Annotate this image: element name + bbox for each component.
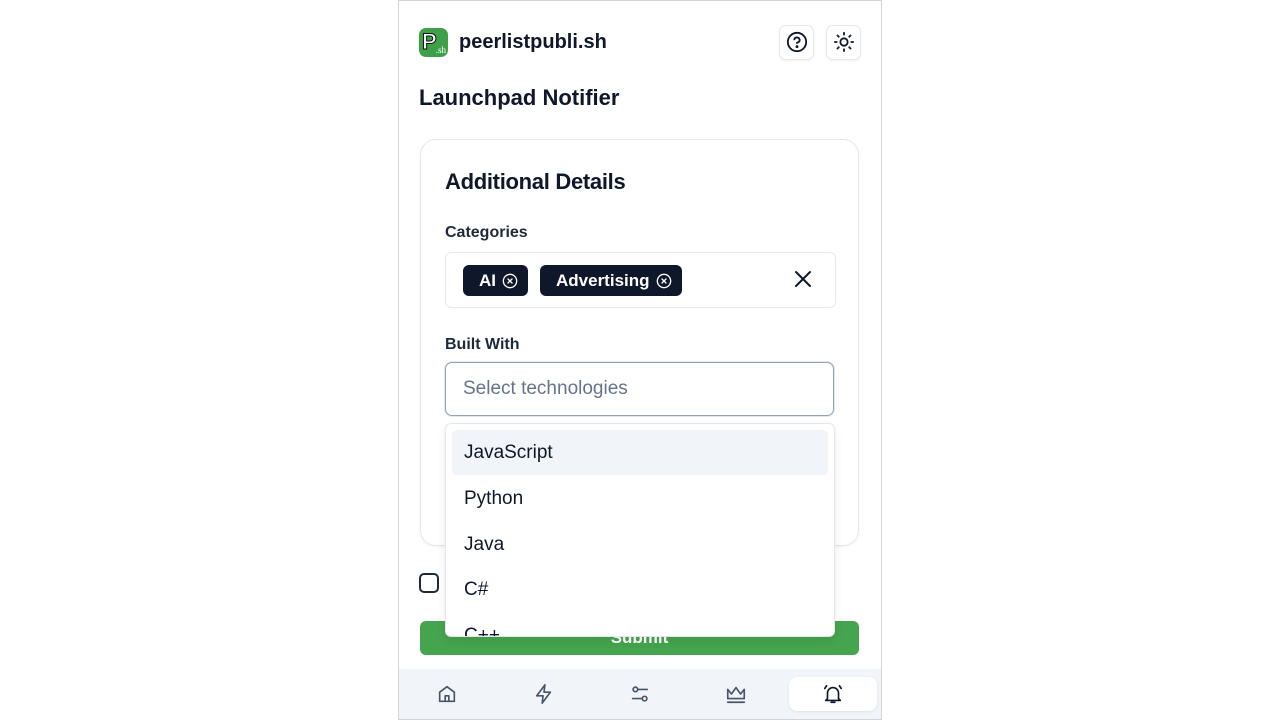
checkbox[interactable]: [419, 573, 439, 593]
categories-label: Categories: [445, 224, 528, 241]
option-item[interactable]: JavaScript: [452, 430, 828, 475]
lightning-icon: [535, 684, 551, 704]
help-button[interactable]: [779, 24, 814, 60]
sliders-icon: [631, 686, 649, 702]
categories-multiselect[interactable]: AI Advertising: [445, 252, 836, 308]
nav-leaderboard[interactable]: [692, 677, 780, 711]
bell-ringing-icon: [823, 684, 842, 704]
chip-label: Advertising: [556, 270, 650, 290]
clear-all-icon[interactable]: [791, 267, 815, 291]
logo[interactable]: P .sh: [419, 27, 448, 57]
option-item[interactable]: Java: [452, 522, 828, 567]
option-item[interactable]: C#: [452, 567, 828, 612]
nav-home[interactable]: [403, 677, 491, 711]
logo-letter: P: [422, 28, 438, 54]
crown-icon: [727, 686, 746, 704]
category-chip: AI: [463, 265, 528, 296]
option-item[interactable]: C++: [452, 613, 828, 637]
help-circle-icon: [786, 31, 807, 53]
brand-name[interactable]: peerlistpubli.sh: [459, 31, 607, 54]
built-with-label: Built With: [445, 336, 520, 353]
nav-notifier[interactable]: [788, 677, 878, 711]
sun-icon: [833, 31, 854, 53]
home-icon: [439, 685, 456, 703]
nav-launches[interactable]: [499, 677, 587, 711]
remove-chip-icon[interactable]: [502, 273, 518, 289]
category-chip: Advertising: [540, 265, 682, 296]
card-title: Additional Details: [445, 169, 626, 194]
app-frame: P .sh peerlistpubli.sh Launchpad Notifie…: [398, 0, 882, 720]
option-item[interactable]: Python: [452, 476, 828, 521]
remove-chip-icon[interactable]: [656, 273, 672, 289]
select-placeholder: Select technologies: [463, 378, 628, 399]
logo-suffix: .sh: [435, 44, 446, 55]
technologies-select[interactable]: Select technologies: [445, 362, 834, 416]
chip-label: AI: [479, 270, 496, 290]
technologies-dropdown: JavaScript Python Java C# C++: [445, 423, 835, 637]
bottom-nav: [399, 669, 881, 719]
page-title: Launchpad Notifier: [419, 85, 620, 110]
nav-settings[interactable]: [596, 677, 684, 711]
header: P .sh peerlistpubli.sh: [419, 24, 861, 60]
theme-toggle-button[interactable]: [826, 24, 861, 60]
